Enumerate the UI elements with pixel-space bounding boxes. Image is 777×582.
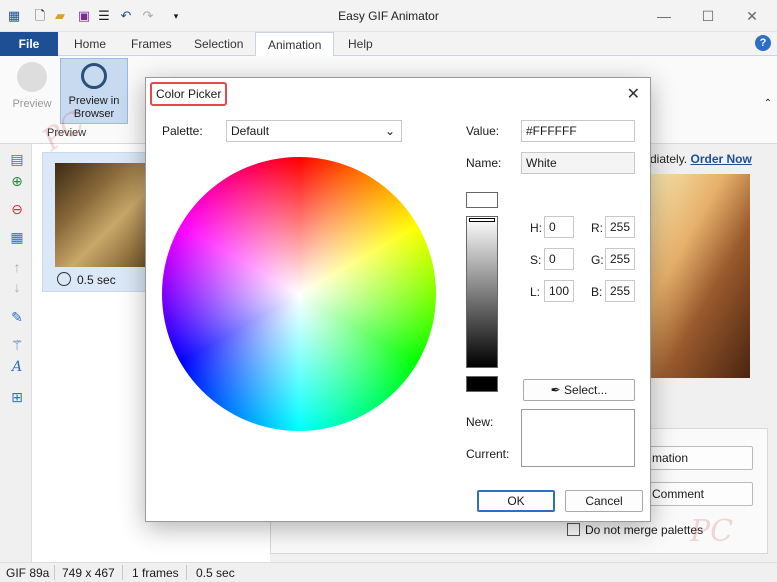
- s-label: S:: [530, 253, 542, 267]
- text-icon[interactable]: A: [8, 358, 26, 376]
- l-input[interactable]: 100: [544, 280, 574, 302]
- status-frames: 1 frames: [132, 566, 179, 580]
- promo-fragment: diately.: [650, 152, 688, 166]
- g-label: G:: [591, 253, 604, 267]
- minimize-button[interactable]: —: [654, 6, 674, 26]
- r-label: R:: [591, 221, 603, 235]
- tab-animation[interactable]: Animation: [255, 32, 335, 57]
- order-now-link[interactable]: Order Now: [690, 152, 751, 166]
- status-format: GIF 89a: [6, 566, 50, 580]
- frame-thumbnail-card[interactable]: 0.5 sec: [42, 152, 162, 292]
- new-color-label: New:: [466, 415, 494, 429]
- name-label: Name:: [466, 156, 502, 170]
- current-color-label: Current:: [466, 447, 510, 461]
- new-current-color-preview: [521, 409, 635, 467]
- ribbon-tabs: File Home Frames Selection Animation Hel…: [0, 32, 777, 57]
- tab-frames[interactable]: Frames: [131, 37, 172, 51]
- do-not-merge-checkbox[interactable]: [567, 523, 580, 536]
- grid-view-icon[interactable]: ⊞: [8, 388, 26, 406]
- dialog-title: Color Picker: [150, 82, 228, 106]
- watermark-corner: PC: [690, 514, 734, 549]
- color-picker-dialog: Color Picker ✕ Palette: Default ⌄ Value:…: [145, 77, 651, 522]
- preview-label: Preview: [12, 98, 52, 110]
- title-bar: ▦ 🗋 ▰ ▣ ☰ ↶ ↷ ▾ Easy GIF Animator — ☐ ✕: [0, 0, 777, 32]
- animation-properties-button[interactable]: mation: [641, 446, 753, 470]
- preview-image: [648, 174, 750, 378]
- edit-frame-icon[interactable]: ✎: [8, 308, 26, 326]
- play-icon: [17, 62, 47, 92]
- duplicate-frame-icon[interactable]: ▦: [8, 228, 26, 246]
- do-not-merge-label: Do not merge palettes: [585, 523, 704, 537]
- tab-selection[interactable]: Selection: [194, 37, 243, 51]
- clock-icon: [57, 272, 71, 286]
- white-swatch[interactable]: [466, 192, 498, 208]
- palette-dropdown[interactable]: Default ⌄: [226, 120, 402, 142]
- hex-value-input[interactable]: #FFFFFF: [521, 120, 635, 142]
- effects-wand-icon[interactable]: ⚚: [8, 336, 26, 354]
- chevron-down-icon: ⌄: [384, 124, 395, 138]
- dialog-close-button[interactable]: ✕: [627, 84, 640, 104]
- help-icon[interactable]: ?: [755, 35, 771, 51]
- preview-button[interactable]: Preview: [8, 58, 56, 111]
- luminance-slider[interactable]: [466, 216, 498, 368]
- tab-file[interactable]: File: [0, 32, 58, 56]
- eyedropper-icon: ✒: [550, 383, 561, 397]
- h-label: H:: [530, 221, 542, 235]
- status-separator: [186, 565, 187, 580]
- b-input[interactable]: 255: [605, 280, 635, 302]
- delete-frame-icon[interactable]: ⊖: [8, 200, 26, 218]
- s-input[interactable]: 0: [544, 248, 574, 270]
- promo-text: diately. Order Now: [650, 152, 752, 166]
- add-frame-icon[interactable]: ⊕: [8, 172, 26, 190]
- status-bar: GIF 89a 749 x 467 1 frames 0.5 sec: [0, 562, 777, 582]
- status-duration: 0.5 sec: [196, 566, 235, 580]
- status-separator: [122, 565, 123, 580]
- black-swatch[interactable]: [466, 376, 498, 392]
- luminance-slider-thumb[interactable]: [469, 218, 495, 222]
- move-down-icon[interactable]: ↓: [8, 278, 26, 296]
- g-input[interactable]: 255: [605, 248, 635, 270]
- tab-home[interactable]: Home: [74, 37, 106, 51]
- insert-frame-icon[interactable]: ▤: [8, 150, 26, 168]
- collapse-ribbon-icon[interactable]: ⌃: [760, 96, 776, 112]
- select-button-label: Select...: [564, 383, 608, 397]
- comment-button[interactable]: Comment: [641, 482, 753, 506]
- maximize-button[interactable]: ☐: [698, 6, 718, 26]
- value-label: Value:: [466, 124, 500, 138]
- color-wheel[interactable]: [162, 157, 436, 431]
- move-up-icon[interactable]: ↑: [8, 258, 26, 276]
- left-toolbar: ▤ ⊕ ⊖ ▦ ↑ ↓ ✎ ⚚ A ⊞: [0, 144, 32, 562]
- b-label: B:: [591, 285, 603, 299]
- status-size: 749 x 467: [62, 566, 115, 580]
- eyedropper-select-button[interactable]: ✒ Select...: [523, 379, 635, 401]
- cancel-button[interactable]: Cancel: [565, 490, 643, 512]
- frame-delay: 0.5 sec: [77, 273, 116, 287]
- palette-label: Palette:: [162, 124, 203, 138]
- l-label: L:: [530, 285, 541, 299]
- magnifier-icon: [81, 63, 107, 89]
- close-window-button[interactable]: ✕: [742, 6, 762, 26]
- h-input[interactable]: 0: [544, 216, 574, 238]
- tab-help[interactable]: Help: [348, 37, 373, 51]
- frame-thumbnail-image: [55, 163, 151, 267]
- palette-value: Default: [231, 124, 270, 138]
- status-separator: [54, 565, 55, 580]
- ok-button[interactable]: OK: [477, 490, 555, 512]
- r-input[interactable]: 255: [605, 216, 635, 238]
- color-name-field: White: [521, 152, 635, 174]
